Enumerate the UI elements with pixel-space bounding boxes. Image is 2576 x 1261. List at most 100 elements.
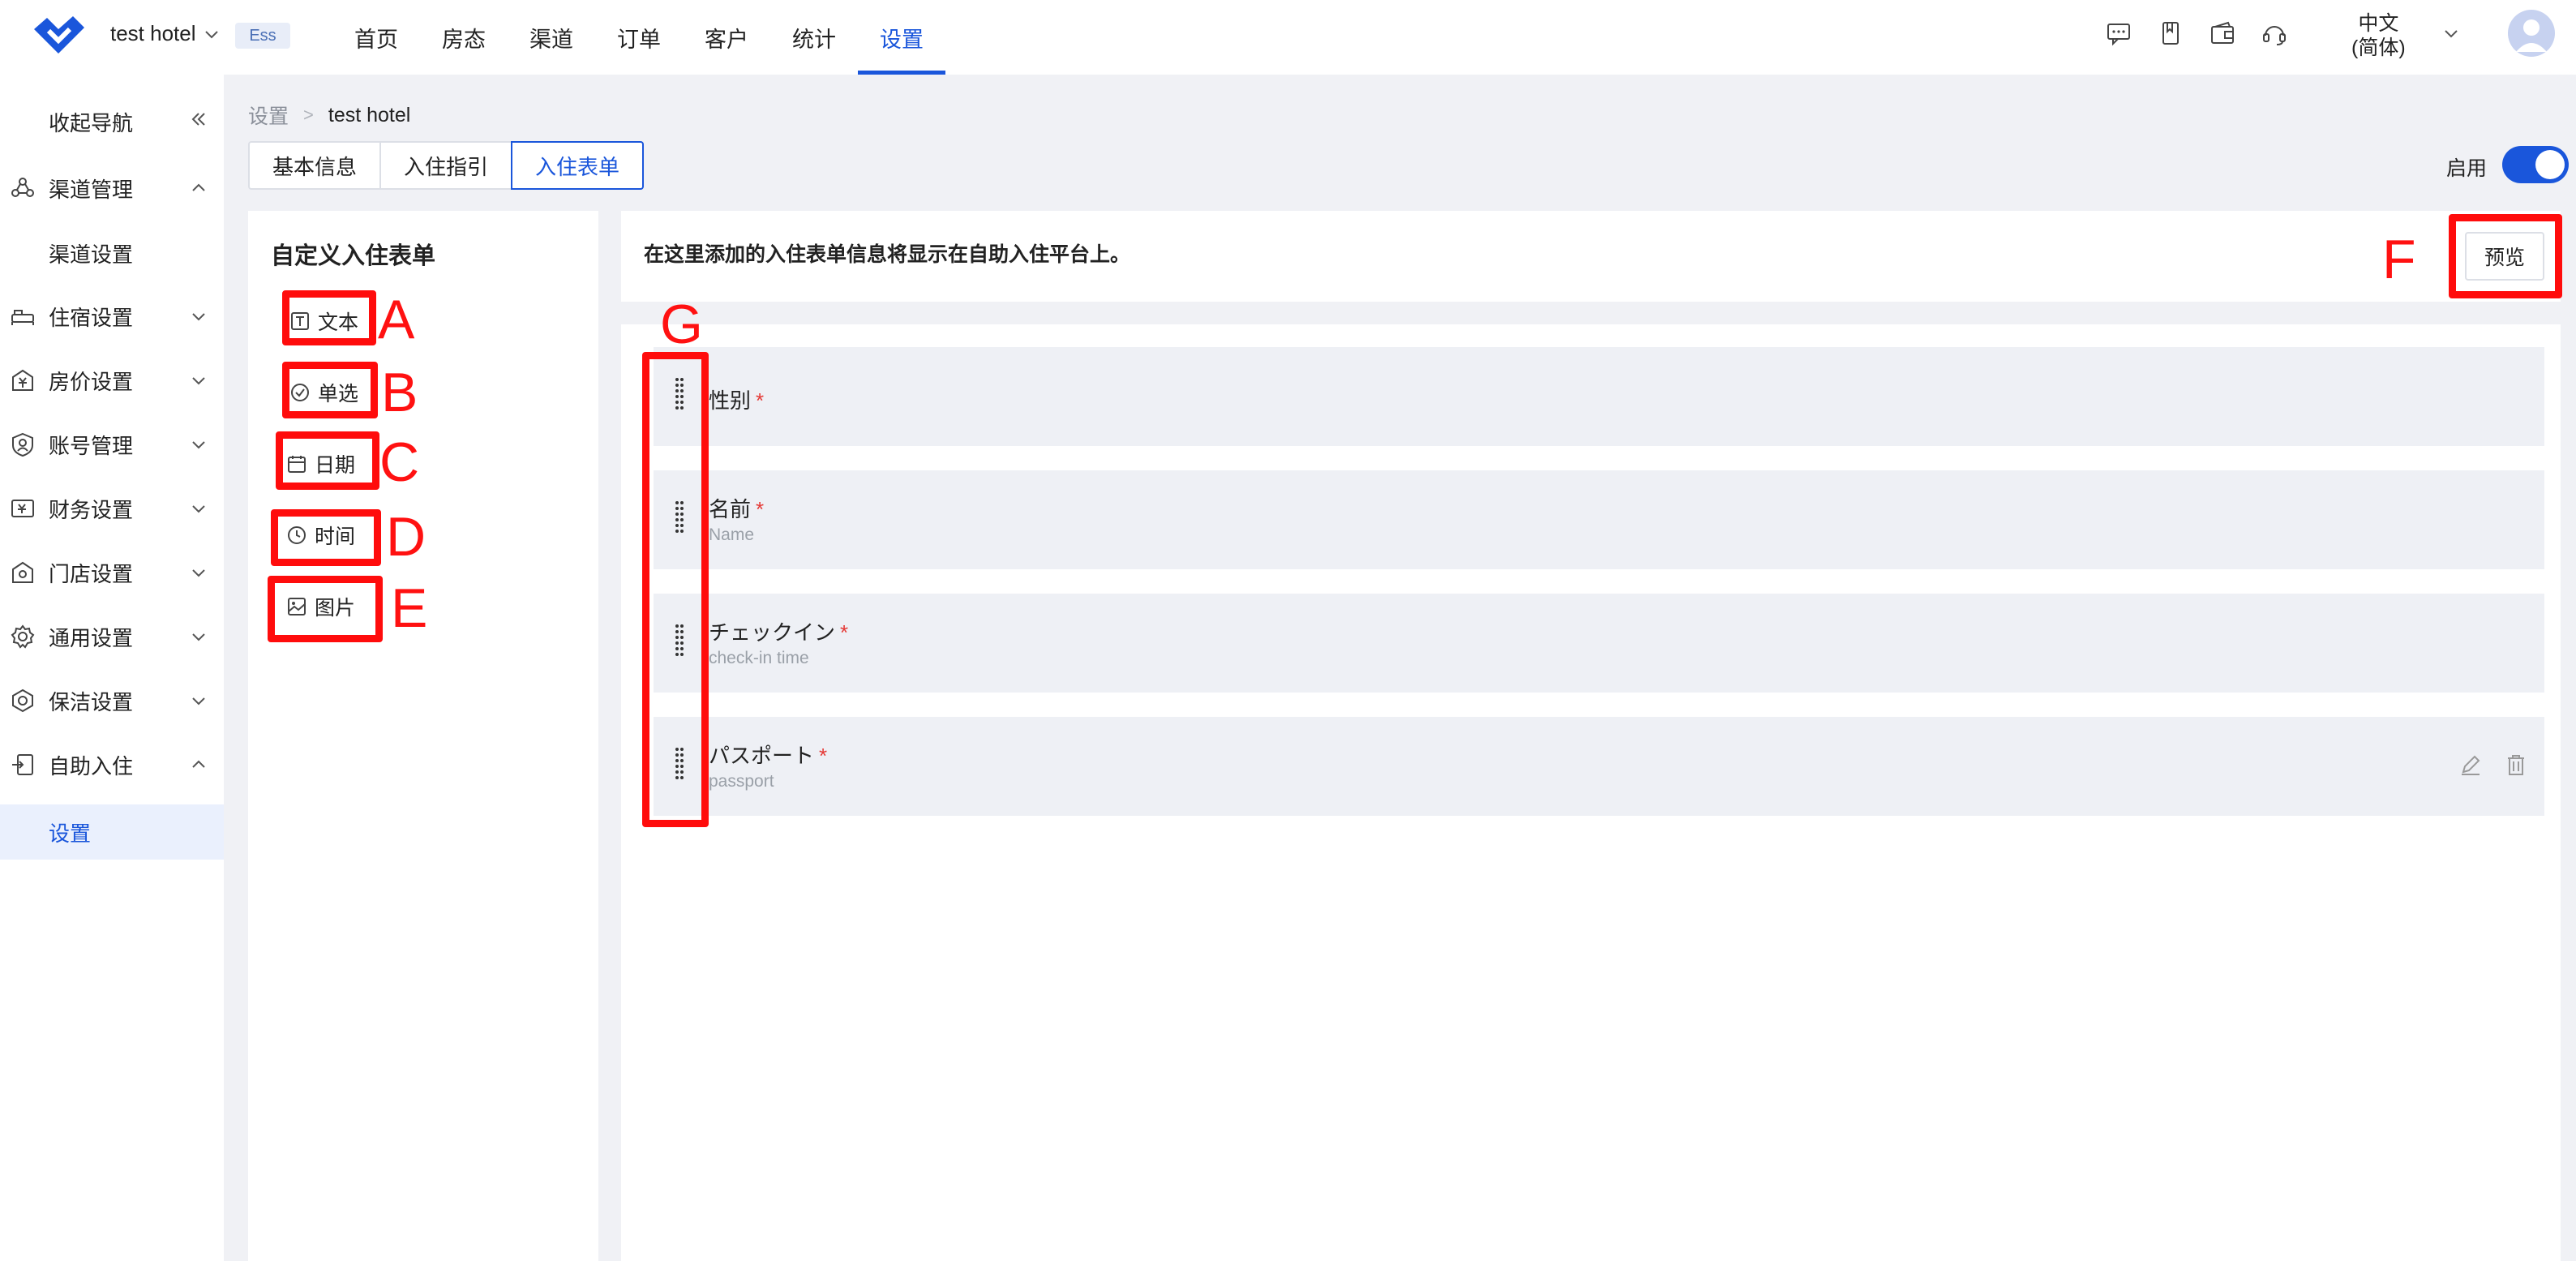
chevron-down-icon[interactable] bbox=[2442, 24, 2460, 42]
sidebar-item-general[interactable]: 通用设置 bbox=[0, 609, 224, 664]
sidebar-item-self-checkin[interactable]: 自助入住 bbox=[0, 737, 224, 792]
sidebar-item-self-checkin-settings[interactable]: 设置 bbox=[0, 804, 224, 860]
sidebar-item-label: 设置 bbox=[49, 821, 92, 846]
breadcrumb-root[interactable]: 设置 bbox=[248, 101, 289, 130]
settings-tabs: 基本信息 入住指引 入住表单 bbox=[248, 141, 645, 190]
nav-settings[interactable]: 设置 bbox=[858, 0, 945, 75]
field-sublabel: check-in time bbox=[709, 649, 809, 667]
drag-handle-icon[interactable] bbox=[675, 623, 684, 660]
message-icon[interactable] bbox=[2105, 19, 2132, 47]
finance-icon bbox=[11, 500, 34, 517]
store-icon bbox=[12, 561, 33, 583]
self-checkin-icon bbox=[12, 754, 33, 775]
field-label: チェックイン * bbox=[709, 616, 848, 646]
radio-icon bbox=[291, 384, 309, 401]
field-type-radio[interactable]: 单选 bbox=[290, 378, 358, 407]
required-mark: * bbox=[840, 620, 849, 645]
collapse-nav-label[interactable]: 收起导航 bbox=[49, 107, 133, 137]
enable-label: 启用 bbox=[2446, 157, 2488, 180]
sidebar-item-label: 账号管理 bbox=[49, 433, 134, 458]
channel-icon bbox=[11, 178, 34, 197]
sidebar-item-label: 财务设置 bbox=[49, 497, 134, 522]
avatar[interactable] bbox=[2508, 10, 2555, 57]
field-type-date[interactable]: 日期 bbox=[287, 449, 355, 478]
language-line1: 中文 bbox=[2358, 12, 2399, 35]
form-field-row[interactable]: パスポート * passport bbox=[654, 717, 2544, 816]
app-logo[interactable] bbox=[31, 11, 88, 58]
sidebar-item-cleaning[interactable]: 保洁设置 bbox=[0, 673, 224, 728]
drag-handle-icon[interactable] bbox=[675, 746, 684, 783]
field-type-panel: 自定义入住表单 文本 单选 日期 时间 图片 bbox=[248, 211, 598, 1261]
field-label-text: パスポート bbox=[709, 744, 815, 768]
field-type-label: 单选 bbox=[318, 383, 359, 405]
sidebar-item-finance[interactable]: 财务设置 bbox=[0, 481, 224, 536]
field-type-time[interactable]: 时间 bbox=[287, 521, 355, 550]
annotation-label-c: C bbox=[379, 431, 420, 493]
sidebar: 收起导航 渠道管理 渠道设置 住宿设置 房价设置 账号管理 财务设置 门店设置 … bbox=[0, 75, 224, 1261]
info-bar: 在这里添加的入住表单信息将显示在自助入住平台上。 bbox=[621, 211, 2561, 302]
field-type-image[interactable]: 图片 bbox=[287, 592, 355, 621]
drag-handle-icon[interactable] bbox=[675, 376, 684, 414]
nav-customers[interactable]: 客户 bbox=[683, 0, 770, 75]
form-field-row[interactable]: チェックイン * check-in time bbox=[654, 594, 2544, 693]
field-type-text[interactable]: 文本 bbox=[290, 307, 358, 336]
required-mark: * bbox=[756, 497, 765, 521]
sidebar-item-channel-management[interactable]: 渠道管理 bbox=[0, 161, 224, 216]
row-actions bbox=[2458, 753, 2528, 777]
calendar-icon bbox=[288, 456, 306, 473]
annotation-label-b: B bbox=[381, 362, 418, 423]
breadcrumb-current: test hotel bbox=[328, 103, 411, 127]
form-field-row[interactable]: 性别 * bbox=[654, 347, 2544, 446]
sidebar-item-room-price[interactable]: 房价设置 bbox=[0, 353, 224, 408]
gear-icon bbox=[11, 624, 35, 649]
enable-toggle[interactable] bbox=[2502, 146, 2569, 183]
clock-icon bbox=[288, 526, 306, 544]
bed-icon bbox=[11, 310, 34, 325]
chevron-down-icon bbox=[192, 441, 205, 449]
sidebar-item-channel-settings[interactable]: 渠道设置 bbox=[0, 225, 224, 281]
sidebar-item-label: 房价设置 bbox=[49, 369, 134, 394]
drag-handle-icon[interactable] bbox=[675, 500, 684, 537]
field-type-label: 日期 bbox=[315, 454, 356, 477]
text-icon bbox=[291, 312, 309, 330]
required-mark: * bbox=[756, 388, 765, 413]
sidebar-item-label: 通用设置 bbox=[49, 625, 134, 650]
nav-room-status[interactable]: 房态 bbox=[420, 0, 508, 75]
field-sublabel: passport bbox=[709, 772, 774, 791]
annotation-label-e: E bbox=[391, 577, 428, 639]
sidebar-item-account[interactable]: 账号管理 bbox=[0, 417, 224, 472]
annotation-label-a: A bbox=[378, 289, 415, 350]
bookmark-icon[interactable] bbox=[2157, 19, 2184, 47]
sidebar-item-label: 住宿设置 bbox=[49, 305, 134, 330]
wallet-icon[interactable] bbox=[2209, 19, 2236, 47]
sidebar-item-accommodation[interactable]: 住宿设置 bbox=[0, 289, 224, 344]
chevron-down-icon bbox=[192, 505, 205, 513]
tab-basic-info[interactable]: 基本信息 bbox=[248, 141, 382, 190]
info-text: 在这里添加的入住表单信息将显示在自助入住平台上。 bbox=[644, 243, 1131, 266]
field-type-label: 文本 bbox=[318, 311, 359, 334]
field-label-text: 名前 bbox=[709, 497, 752, 521]
form-field-row[interactable]: 名前 * Name bbox=[654, 470, 2544, 569]
nav-orders[interactable]: 订单 bbox=[595, 0, 683, 75]
preview-button[interactable]: 预览 bbox=[2465, 232, 2544, 281]
delete-icon[interactable] bbox=[2504, 753, 2528, 777]
double-chevron-left-icon[interactable] bbox=[190, 110, 208, 128]
chevron-down-icon bbox=[204, 30, 218, 38]
hotel-selector[interactable]: test hotel bbox=[110, 21, 221, 46]
chevron-down-icon bbox=[192, 633, 205, 641]
main-nav: 首页 房态 渠道 订单 客户 统计 设置 bbox=[332, 0, 945, 75]
top-bar: test hotel Ess 首页 房态 渠道 订单 客户 统计 设置 中文 (… bbox=[0, 0, 2576, 75]
nav-channel[interactable]: 渠道 bbox=[508, 0, 595, 75]
hotel-name: test hotel bbox=[110, 21, 196, 45]
language-selector[interactable]: 中文 (简体) bbox=[2351, 11, 2406, 60]
nav-home[interactable]: 首页 bbox=[332, 0, 420, 75]
edit-icon[interactable] bbox=[2458, 753, 2483, 777]
chevron-right-icon: > bbox=[303, 105, 314, 125]
tab-checkin-guide[interactable]: 入住指引 bbox=[379, 141, 513, 190]
tab-checkin-form[interactable]: 入住表单 bbox=[511, 141, 645, 190]
sidebar-item-label: 渠道管理 bbox=[49, 177, 134, 202]
sidebar-item-store[interactable]: 门店设置 bbox=[0, 545, 224, 600]
headset-icon[interactable] bbox=[2261, 19, 2288, 47]
annotation-label-f: F bbox=[2382, 229, 2416, 290]
nav-statistics[interactable]: 统计 bbox=[770, 0, 858, 75]
